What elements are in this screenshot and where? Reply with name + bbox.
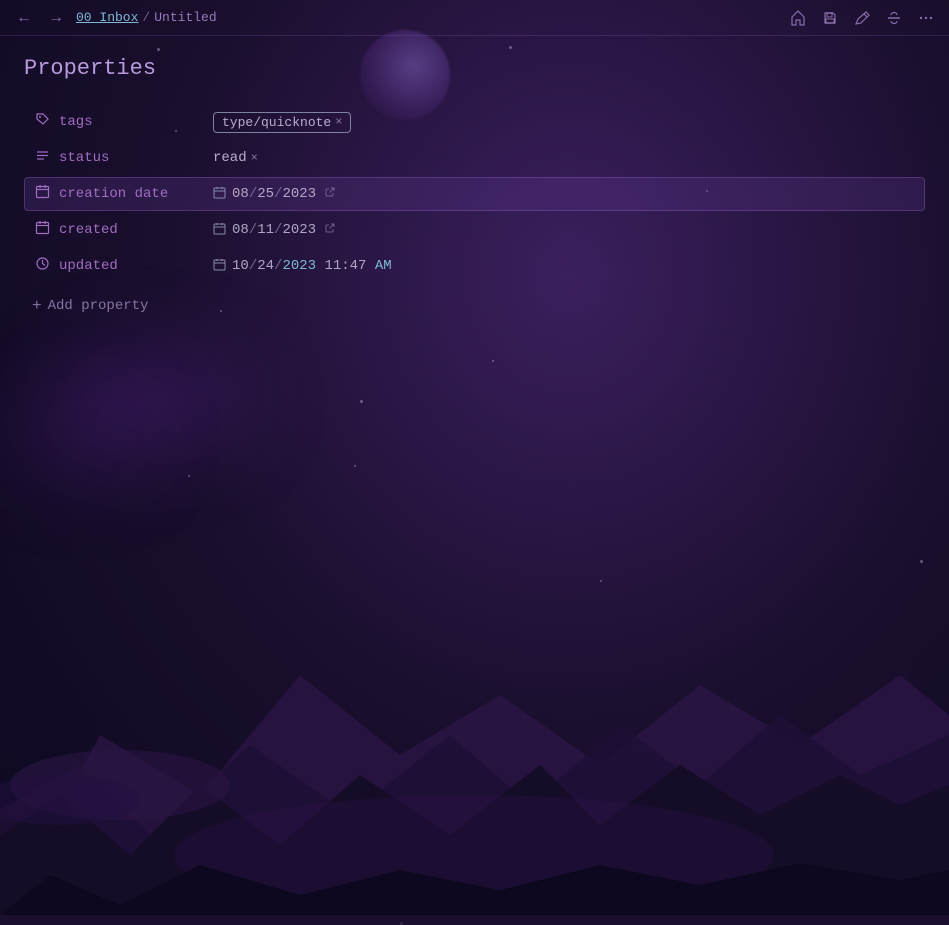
created-cal-icon [213, 222, 226, 239]
toolbar: ← → 00 Inbox / Untitled [0, 0, 949, 36]
add-icon: + [32, 297, 42, 315]
breadcrumb-separator: / [142, 10, 150, 25]
status-row[interactable]: status read × [24, 141, 925, 175]
tags-label: tags [33, 112, 213, 132]
tag-icon [33, 112, 51, 132]
breadcrumb: 00 Inbox / Untitled [76, 10, 217, 25]
tags-row[interactable]: tags type/quicknote × [24, 105, 925, 139]
breadcrumb-current: Untitled [154, 10, 216, 25]
created-day: 11 [257, 222, 274, 238]
status-value: read × [213, 150, 916, 166]
properties-panel: Properties tags type/quicknote × [0, 36, 949, 341]
creation-date-text: 08/25/2023 [232, 186, 316, 202]
creation-date-cal-icon [213, 186, 226, 203]
breadcrumb-parent[interactable]: 00 Inbox [76, 10, 138, 25]
status-text-val: read [213, 150, 247, 166]
updated-prop-name: updated [59, 258, 118, 274]
tags-prop-name: tags [59, 114, 93, 130]
updated-label: updated [33, 256, 213, 276]
status-remove-button[interactable]: × [251, 151, 258, 165]
created-prop-name: created [59, 222, 118, 238]
more-button[interactable] [915, 7, 937, 29]
created-year: 2023 [282, 222, 316, 238]
creation-date-month: 08 [232, 186, 249, 202]
forward-button[interactable]: → [44, 7, 68, 29]
add-property-label: Add property [48, 298, 149, 314]
created-link-icon[interactable] [324, 222, 336, 238]
add-property-button[interactable]: + Add property [24, 291, 156, 321]
toolbar-right [787, 7, 937, 29]
status-prop-name: status [59, 150, 109, 166]
creation-date-icon [33, 184, 51, 204]
updated-month: 10 [232, 258, 249, 274]
tag-text: type/quicknote [222, 115, 331, 130]
created-date-text: 08/11/2023 [232, 222, 316, 238]
status-label: status [33, 148, 213, 168]
tags-value: type/quicknote × [213, 112, 916, 133]
created-value: 08/11/2023 [213, 222, 916, 239]
updated-time-val: 11:47 [324, 258, 366, 274]
updated-value: 10/24/2023 11:47 AM [213, 258, 916, 275]
created-label: created [33, 220, 213, 240]
creation-date-row[interactable]: creation date 08/25/2023 [24, 177, 925, 211]
tag-remove-button[interactable]: × [335, 115, 342, 129]
creation-date-prop-name: creation date [59, 186, 168, 202]
updated-ampm: AM [375, 258, 392, 274]
creation-date-value: 08/25/2023 [213, 186, 916, 203]
updated-icon [33, 256, 51, 276]
updated-cal-icon [213, 258, 226, 275]
updated-year: 2023 [282, 258, 316, 274]
status-icon [33, 148, 51, 168]
creation-date-link-icon[interactable] [324, 186, 336, 202]
creation-date-label: creation date [33, 184, 213, 204]
back-button[interactable]: ← [12, 7, 36, 29]
creation-date-year: 2023 [282, 186, 316, 202]
strikethrough-button[interactable] [883, 7, 905, 29]
updated-day: 24 [257, 258, 274, 274]
created-month: 08 [232, 222, 249, 238]
toolbar-left: ← → 00 Inbox / Untitled [12, 7, 217, 29]
save-button[interactable] [819, 7, 841, 29]
status-text[interactable]: read × [213, 150, 258, 166]
created-row[interactable]: created 08/11/2023 [24, 213, 925, 247]
tag-badge[interactable]: type/quicknote × [213, 112, 351, 133]
creation-date-day: 25 [257, 186, 274, 202]
updated-row[interactable]: updated 10/24/2023 11:47 AM [24, 249, 925, 283]
created-icon [33, 220, 51, 240]
page-title: Properties [24, 56, 925, 81]
edit-button[interactable] [851, 7, 873, 29]
home-button[interactable] [787, 7, 809, 29]
updated-date-text: 10/24/2023 11:47 AM [232, 258, 392, 274]
